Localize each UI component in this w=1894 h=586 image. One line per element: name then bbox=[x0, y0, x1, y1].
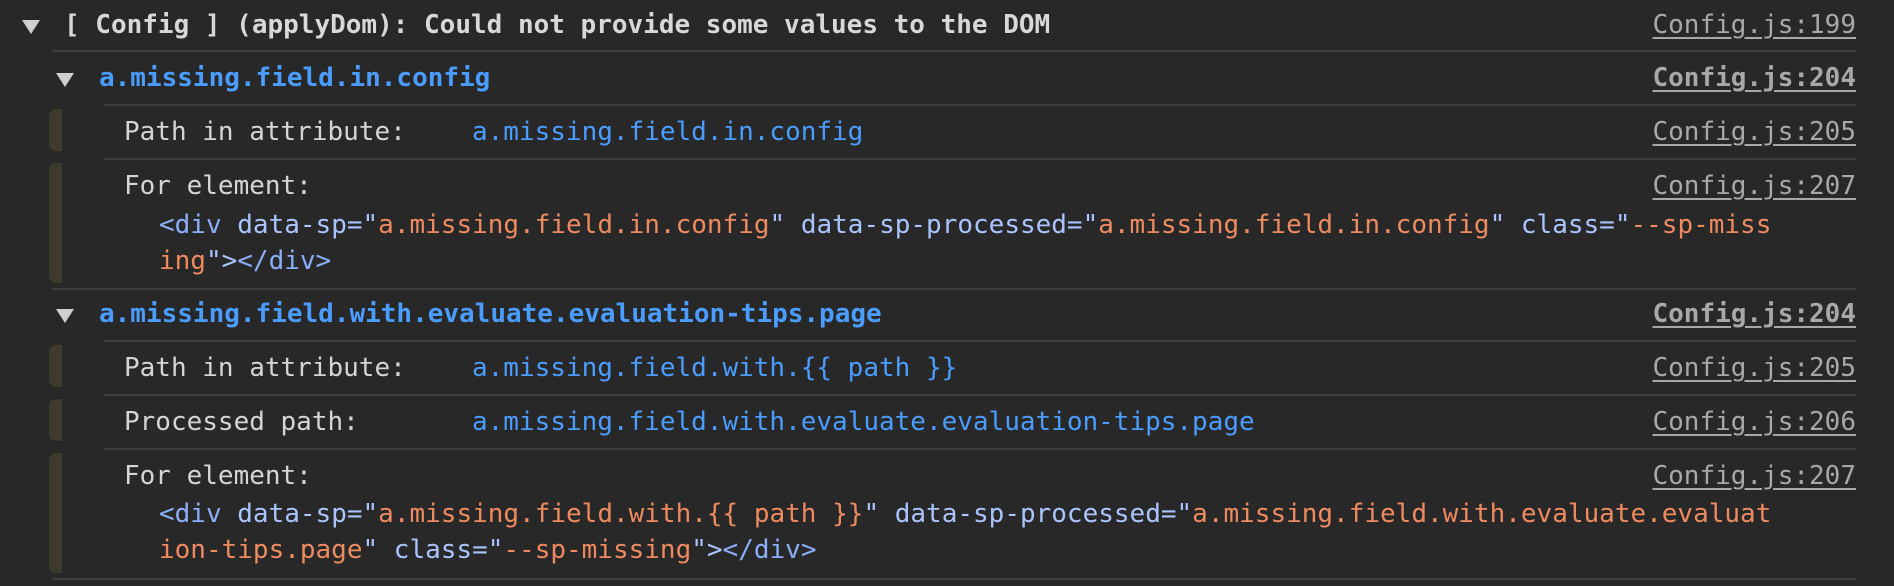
log-indent-bar bbox=[49, 399, 62, 441]
group-title: [ Config ] (applyDom): Could not provide… bbox=[64, 10, 1051, 40]
divider bbox=[104, 340, 1856, 342]
log-indent-bar bbox=[49, 345, 62, 387]
path-value[interactable]: a.missing.field.with.{{ path }} bbox=[472, 351, 957, 385]
attr-value: a.missing.field.with.{{ path }} bbox=[378, 499, 864, 529]
path-value[interactable]: a.missing.field.in.config bbox=[472, 115, 863, 149]
attr-name: " class=" bbox=[1489, 210, 1631, 240]
divider bbox=[104, 104, 1856, 106]
attr-value: a.missing.field.in.config bbox=[378, 210, 770, 240]
source-link[interactable]: Config.js:205 bbox=[1653, 115, 1857, 149]
element-markup-line[interactable]: ing"></div> bbox=[159, 244, 331, 278]
tag-open: <div bbox=[159, 499, 238, 529]
attr-name: " data-sp-processed=" bbox=[863, 499, 1193, 529]
divider bbox=[52, 50, 1856, 52]
element-label: For element: bbox=[124, 461, 312, 491]
log-indent-bar bbox=[49, 163, 62, 283]
collapse-triangle-icon[interactable] bbox=[56, 309, 74, 323]
attr-value: a.missing.field.with.evaluate.evaluat bbox=[1192, 499, 1772, 529]
source-link[interactable]: Config.js:207 bbox=[1653, 169, 1857, 203]
source-link[interactable]: Config.js:206 bbox=[1653, 405, 1857, 439]
processed-path-value[interactable]: a.missing.field.with.evaluate.evaluation… bbox=[472, 405, 1255, 439]
processed-path-label: Processed path: bbox=[124, 407, 359, 437]
divider bbox=[104, 394, 1856, 396]
divider bbox=[52, 288, 1856, 290]
attr-value: ion-tips.page bbox=[159, 535, 363, 565]
element-label: For element: bbox=[124, 171, 312, 201]
log-indent-bar bbox=[49, 453, 62, 573]
path-label: Path in attribute: bbox=[124, 353, 406, 383]
attr-name: data-sp=" bbox=[237, 210, 379, 240]
element-markup-line[interactable]: ion-tips.page" class="--sp-missing"></di… bbox=[159, 533, 816, 567]
collapse-triangle-icon[interactable] bbox=[22, 20, 40, 34]
subgroup-title: a.missing.field.with.evaluate.evaluation… bbox=[99, 299, 882, 329]
path-label: Path in attribute: bbox=[124, 117, 406, 147]
source-link[interactable]: Config.js:204 bbox=[1653, 297, 1857, 331]
attr-value: --sp-missing bbox=[503, 535, 692, 565]
attr-value: ing bbox=[159, 246, 206, 276]
attr-name: data-sp=" bbox=[237, 499, 379, 529]
collapse-triangle-icon[interactable] bbox=[56, 73, 74, 87]
tag-close: </div> bbox=[722, 535, 817, 565]
tag-open: <div bbox=[159, 210, 238, 240]
source-link[interactable]: Config.js:205 bbox=[1653, 351, 1857, 385]
attr-value: --sp-miss bbox=[1630, 210, 1772, 240]
source-link[interactable]: Config.js:199 bbox=[1653, 8, 1857, 42]
attr-name: " data-sp-processed=" bbox=[769, 210, 1099, 240]
attr-name: "> bbox=[205, 246, 238, 276]
source-link[interactable]: Config.js:204 bbox=[1653, 61, 1857, 95]
source-link[interactable]: Config.js:207 bbox=[1653, 459, 1857, 493]
attr-value: a.missing.field.in.config bbox=[1098, 210, 1490, 240]
element-markup-line[interactable]: <div data-sp="a.missing.field.with.{{ pa… bbox=[159, 497, 1771, 531]
divider bbox=[52, 578, 1856, 580]
log-indent-bar bbox=[49, 109, 62, 151]
subgroup-title: a.missing.field.in.config bbox=[99, 63, 491, 93]
attr-name: "> bbox=[691, 535, 723, 565]
tag-close: </div> bbox=[237, 246, 332, 276]
divider bbox=[104, 448, 1856, 450]
element-markup-line[interactable]: <div data-sp="a.missing.field.in.config"… bbox=[159, 208, 1771, 242]
divider bbox=[104, 158, 1856, 160]
attr-name: " class=" bbox=[362, 535, 504, 565]
